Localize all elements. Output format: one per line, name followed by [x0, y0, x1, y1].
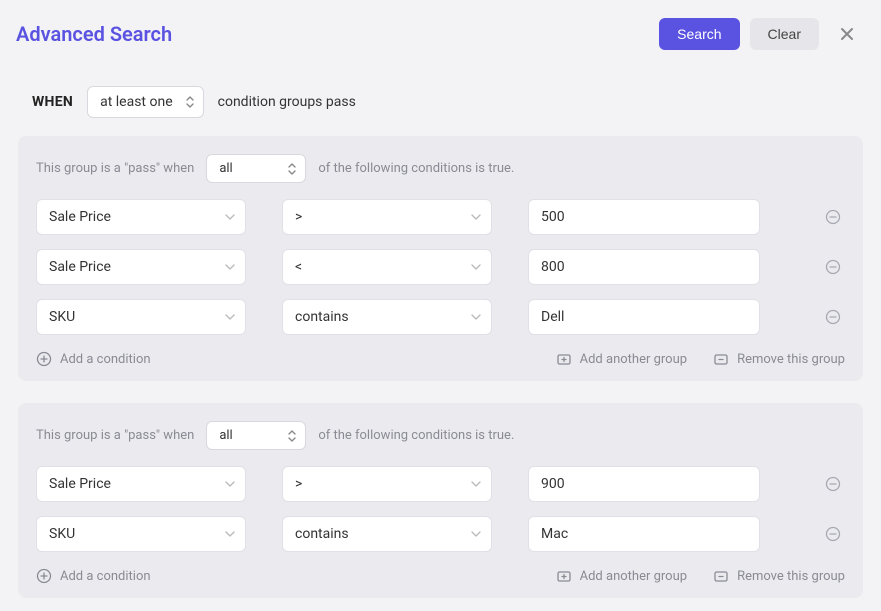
group-prefix-text: This group is a "pass" when [36, 161, 194, 176]
condition-group: This group is a "pass" when all of the f… [18, 136, 863, 381]
folder-minus-icon [713, 351, 729, 367]
when-row: WHEN at least one condition groups pass [32, 86, 863, 118]
condition-value-input[interactable]: 500 [528, 199, 760, 235]
chevron-down-icon [225, 531, 235, 537]
add-group-label: Add another group [580, 352, 687, 367]
remove-condition-icon[interactable] [821, 255, 845, 279]
condition-field-select[interactable]: Sale Price [36, 249, 246, 285]
chevron-down-icon [471, 314, 481, 320]
condition-operator-value: contains [295, 309, 349, 325]
condition-value-input[interactable]: 900 [528, 466, 760, 502]
condition-operator-select[interactable]: < [282, 249, 492, 285]
group-header: This group is a "pass" when all of the f… [36, 421, 845, 450]
group-match-value: all [219, 428, 232, 443]
when-select[interactable]: at least one [87, 86, 204, 118]
condition-value-input[interactable]: Mac [528, 516, 760, 552]
condition-operator-select[interactable]: contains [282, 516, 492, 552]
plus-circle-icon [36, 568, 52, 584]
add-condition-label: Add a condition [60, 352, 151, 367]
content-area: WHEN at least one condition groups pass … [0, 86, 881, 598]
folder-plus-icon [556, 568, 572, 584]
clear-button[interactable]: Clear [750, 18, 819, 50]
condition-field-value: Sale Price [49, 259, 111, 275]
folder-minus-icon [713, 568, 729, 584]
group-header: This group is a "pass" when all of the f… [36, 154, 845, 183]
condition-group: This group is a "pass" when all of the f… [18, 403, 863, 598]
condition-field-select[interactable]: Sale Price [36, 199, 246, 235]
when-select-value: at least one [100, 94, 173, 110]
chevron-updown-icon [287, 162, 297, 176]
condition-operator-value: > [295, 476, 302, 492]
group-footer: Add a condition Add another group Remove… [36, 351, 845, 367]
when-label: WHEN [32, 94, 73, 110]
condition-field-select[interactable]: SKU [36, 299, 246, 335]
chevron-updown-icon [287, 429, 297, 443]
condition-row: SKU contains Dell [36, 299, 845, 335]
chevron-down-icon [225, 264, 235, 270]
add-condition-button[interactable]: Add a condition [36, 351, 151, 367]
remove-group-label: Remove this group [737, 352, 845, 367]
chevron-down-icon [471, 214, 481, 220]
group-suffix-text: of the following conditions is true. [318, 161, 514, 176]
remove-condition-icon[interactable] [821, 472, 845, 496]
group-footer: Add a condition Add another group Remove… [36, 568, 845, 584]
condition-operator-select[interactable]: > [282, 199, 492, 235]
plus-circle-icon [36, 351, 52, 367]
remove-group-button[interactable]: Remove this group [713, 568, 845, 584]
chevron-down-icon [225, 481, 235, 487]
condition-row: Sale Price > 500 [36, 199, 845, 235]
chevron-down-icon [225, 214, 235, 220]
chevron-down-icon [471, 481, 481, 487]
chevron-down-icon [225, 314, 235, 320]
condition-field-value: SKU [49, 309, 75, 325]
condition-row: Sale Price < 800 [36, 249, 845, 285]
condition-row: Sale Price > 900 [36, 466, 845, 502]
add-group-label: Add another group [580, 569, 687, 584]
add-condition-button[interactable]: Add a condition [36, 568, 151, 584]
page-title: Advanced Search [16, 22, 649, 46]
remove-group-button[interactable]: Remove this group [713, 351, 845, 367]
group-prefix-text: This group is a "pass" when [36, 428, 194, 443]
condition-operator-value: > [295, 209, 302, 225]
condition-row: SKU contains Mac [36, 516, 845, 552]
condition-operator-value: contains [295, 526, 349, 542]
group-match-value: all [219, 161, 232, 176]
search-button[interactable]: Search [659, 18, 739, 50]
condition-field-select[interactable]: Sale Price [36, 466, 246, 502]
remove-condition-icon[interactable] [821, 205, 845, 229]
when-tail-text: condition groups pass [218, 94, 356, 110]
folder-plus-icon [556, 351, 572, 367]
group-match-select[interactable]: all [206, 421, 306, 450]
condition-field-select[interactable]: SKU [36, 516, 246, 552]
condition-value-input[interactable]: Dell [528, 299, 760, 335]
condition-operator-select[interactable]: contains [282, 299, 492, 335]
condition-value-input[interactable]: 800 [528, 249, 760, 285]
add-condition-label: Add a condition [60, 569, 151, 584]
chevron-down-icon [471, 531, 481, 537]
chevron-down-icon [471, 264, 481, 270]
close-icon[interactable] [829, 16, 865, 52]
condition-field-value: Sale Price [49, 209, 111, 225]
remove-condition-icon[interactable] [821, 305, 845, 329]
remove-condition-icon[interactable] [821, 522, 845, 546]
group-match-select[interactable]: all [206, 154, 306, 183]
condition-field-value: Sale Price [49, 476, 111, 492]
condition-operator-value: < [295, 259, 302, 275]
group-suffix-text: of the following conditions is true. [318, 428, 514, 443]
condition-operator-select[interactable]: > [282, 466, 492, 502]
remove-group-label: Remove this group [737, 569, 845, 584]
header-bar: Advanced Search Search Clear [0, 0, 881, 66]
condition-field-value: SKU [49, 526, 75, 542]
chevron-updown-icon [185, 95, 195, 109]
add-group-button[interactable]: Add another group [556, 351, 687, 367]
add-group-button[interactable]: Add another group [556, 568, 687, 584]
